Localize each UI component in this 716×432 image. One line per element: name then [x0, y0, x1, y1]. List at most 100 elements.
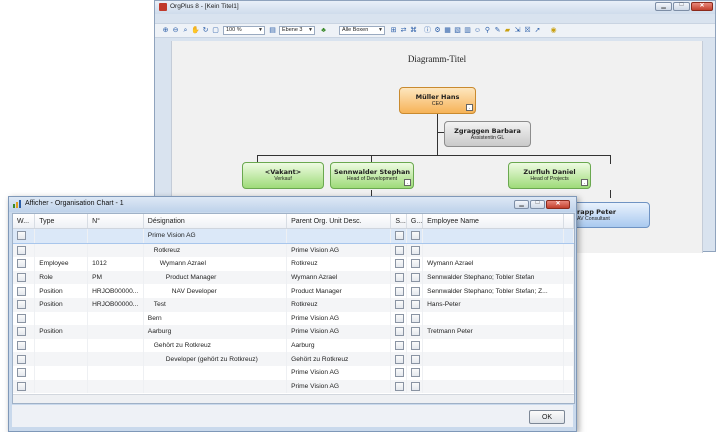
column-header-type[interactable]: Type — [34, 214, 89, 229]
boxes-filter-select[interactable]: Alle Boxen ▼ — [339, 26, 385, 35]
wand-icon[interactable]: ✎ — [493, 26, 502, 35]
org-tree-icon[interactable]: ♣ — [319, 26, 328, 35]
table-row[interactable]: Employee 1012 Wymann Azrael Rotkreuz Wymann … — [13, 257, 574, 271]
column-header-employee[interactable]: Employee Name — [422, 214, 565, 229]
column-header-w[interactable]: W... — [13, 214, 36, 229]
column-header-s[interactable]: S... — [390, 214, 407, 229]
checkbox[interactable] — [395, 259, 405, 269]
column-header-parent[interactable]: Parent Org. Unit Desc. — [286, 214, 392, 229]
dialog-minimize-button[interactable]: ▁ — [514, 200, 529, 209]
dialog-close-button[interactable]: ✕ — [546, 200, 570, 209]
column-header-designation[interactable]: Désignation — [143, 214, 288, 229]
person-icon[interactable]: ☺ — [473, 26, 482, 35]
table-row[interactable]: Rotkreuz Prime Vision AG — [13, 243, 574, 258]
levels-icon[interactable]: ▤ — [268, 26, 277, 35]
folder-icon[interactable]: ▰ — [503, 26, 512, 35]
column-header-g[interactable]: G... — [406, 214, 424, 229]
checkbox[interactable] — [17, 231, 26, 241]
checkbox[interactable] — [410, 381, 420, 391]
excel-icon[interactable]: ☒ — [523, 26, 532, 35]
zoom-fit-icon[interactable]: ⌕ — [181, 26, 190, 35]
checkbox[interactable] — [395, 368, 405, 378]
checkbox[interactable] — [395, 381, 405, 391]
checkbox[interactable] — [395, 341, 405, 351]
link-icon[interactable]: ⌘ — [409, 26, 418, 35]
checkbox[interactable] — [410, 327, 420, 337]
checkbox[interactable] — [17, 381, 26, 391]
zoom-select[interactable]: 100 % ▼ — [223, 26, 265, 35]
checkbox[interactable] — [410, 341, 420, 351]
close-button[interactable]: ✕ — [691, 2, 713, 11]
checkbox[interactable] — [17, 327, 26, 337]
org-box-consultant[interactable]: rapp Peter AV Consultant — [570, 202, 650, 228]
table-row[interactable]: Prime Vision AG — [13, 379, 574, 394]
zoom-out-icon[interactable]: ⊖ — [171, 26, 180, 35]
table-row[interactable]: Gehört zu Rotkreuz Aarburg — [13, 338, 574, 353]
collapse-icon[interactable]: - — [404, 179, 411, 186]
org-box-development[interactable]: Sennwalder Stephan Head of Development - — [330, 162, 414, 189]
table-row[interactable]: Role PM Product Manager Wymann Azrael Sennwa… — [13, 270, 574, 285]
org-box-ceo[interactable]: Müller Hans CEO - — [399, 87, 476, 114]
minimize-button[interactable]: ▁ — [655, 2, 672, 11]
checkbox[interactable] — [410, 245, 420, 255]
checkbox[interactable] — [410, 259, 420, 269]
table-row[interactable]: Position HRJOB00000... Test Rotkreuz Hans-Pe… — [13, 297, 574, 312]
checkbox[interactable] — [410, 231, 420, 241]
page-icon[interactable]: ▢ — [211, 26, 220, 35]
checkbox[interactable] — [17, 286, 26, 296]
move-box-icon[interactable]: ⇄ — [399, 26, 408, 35]
table-row[interactable]: Position Aarburg Prime Vision AG Tretmann P… — [13, 325, 574, 339]
hand-tool-icon[interactable]: ✋ — [191, 26, 200, 35]
checkbox[interactable] — [395, 300, 405, 310]
table-row[interactable]: Developer (gehört zu Rotkreuz) Gehört zu … — [13, 352, 574, 366]
export-icon[interactable]: ⇲ — [513, 26, 522, 35]
maximize-button[interactable]: □ — [673, 2, 690, 11]
table-icon[interactable]: ▦ — [443, 26, 452, 35]
collapse-icon[interactable]: - — [466, 104, 473, 111]
checkbox[interactable] — [395, 273, 405, 283]
table-row[interactable]: Prime Vision AG — [13, 228, 574, 244]
checkbox[interactable] — [17, 273, 26, 283]
column-header-number[interactable]: N° — [87, 214, 144, 229]
horizontal-scrollbar[interactable] — [13, 394, 574, 403]
grid-icon[interactable]: ▧ — [453, 26, 462, 35]
org-box-vakant[interactable]: <Vakant> Verkauf — [242, 162, 324, 189]
refresh-icon[interactable]: ↻ — [201, 26, 210, 35]
checkbox[interactable] — [395, 354, 405, 364]
table-row[interactable]: Prime Vision AG — [13, 365, 574, 380]
zoom-in-icon[interactable]: ⊕ — [161, 26, 170, 35]
settings-icon[interactable]: ⚙ — [433, 26, 442, 35]
collapse-icon[interactable]: - — [581, 179, 588, 186]
checkbox[interactable] — [17, 368, 26, 378]
checkbox[interactable] — [410, 313, 420, 323]
checkbox[interactable] — [17, 313, 26, 323]
add-box-icon[interactable]: ⊞ — [389, 26, 398, 35]
checkbox[interactable] — [410, 354, 420, 364]
ok-button[interactable]: OK — [529, 410, 565, 424]
checkbox[interactable] — [17, 300, 26, 310]
checkbox[interactable] — [395, 327, 405, 337]
checkbox[interactable] — [17, 354, 26, 364]
checkbox[interactable] — [17, 259, 26, 269]
checkbox[interactable] — [410, 286, 420, 296]
checkbox[interactable] — [395, 286, 405, 296]
checkbox[interactable] — [410, 273, 420, 283]
search-icon[interactable]: ⚲ — [483, 26, 492, 35]
org-box-assistant[interactable]: Zgraggen Barbara Assistentin GL — [444, 121, 531, 147]
table-row[interactable]: Position HRJOB00000... NAV Developer Produc… — [13, 284, 574, 298]
org-box-projects[interactable]: Zurfluh Daniel Head of Projects - — [508, 162, 591, 189]
level-select[interactable]: Ebene 3 ▼ — [279, 26, 315, 35]
chart-icon[interactable]: ▥ — [463, 26, 472, 35]
checkbox[interactable] — [395, 231, 405, 241]
checkbox[interactable] — [410, 368, 420, 378]
arrow-icon[interactable]: ➚ — [533, 26, 542, 35]
checkbox[interactable] — [395, 245, 405, 255]
table-row[interactable]: Bern Prime Vision AG — [13, 311, 574, 326]
checkbox[interactable] — [410, 300, 420, 310]
highlight-icon[interactable]: ◉ — [549, 26, 558, 35]
checkbox[interactable] — [17, 341, 26, 351]
info-icon[interactable]: ⓘ — [423, 26, 432, 35]
checkbox[interactable] — [17, 245, 26, 255]
dialog-maximize-button[interactable]: □ — [530, 200, 545, 209]
checkbox[interactable] — [395, 313, 405, 323]
